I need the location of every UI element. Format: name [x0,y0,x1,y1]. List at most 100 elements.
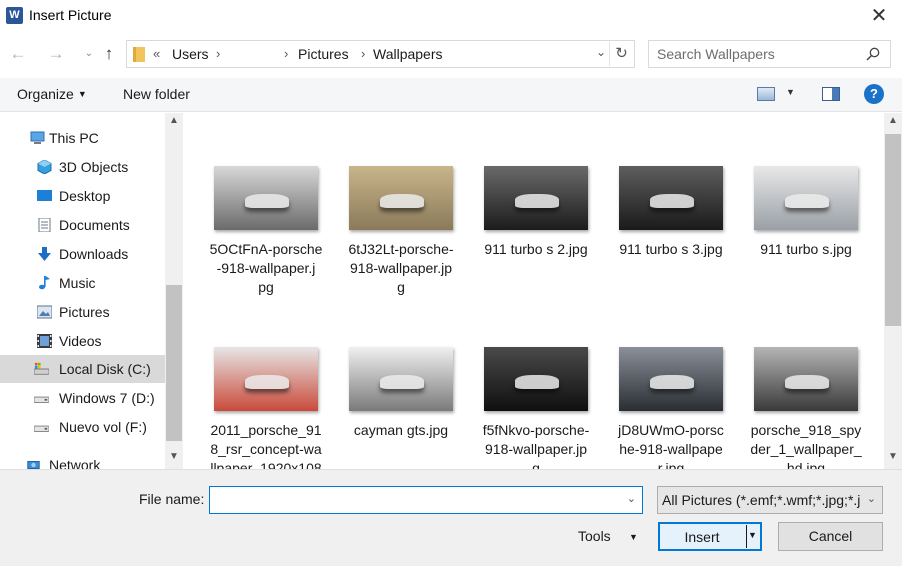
forward-arrow-icon[interactable]: → [46,44,66,64]
preview-pane-icon[interactable] [822,87,840,101]
recent-locations-chevron-icon[interactable]: ⌄ [79,44,99,64]
breadcrumb-wallpapers[interactable]: Wallpapers [373,46,443,62]
breadcrumb-pictures[interactable]: Pictures [298,46,349,62]
car-silhouette [650,194,694,209]
sidebar-item-windows-7-d[interactable]: Windows 7 (D:) [0,384,165,412]
sidebar-scrollbar[interactable]: ▲ ▼ [165,113,183,469]
insert-options-caret-icon[interactable]: ▼ [748,530,757,540]
image-thumbnail[interactable] [349,347,453,411]
file-tile[interactable]: 911 turbo s 3.jpg [611,166,731,259]
search-box[interactable] [648,40,891,68]
image-thumbnail[interactable] [754,347,858,411]
file-name-line: pg [258,279,274,295]
scroll-down-arrow-icon[interactable]: ▼ [884,451,902,467]
command-toolbar: Organize ▼ New folder ▼ ? [0,78,902,112]
insert-button[interactable]: Insert [660,529,744,545]
file-name-line: 911 turbo s 2.jpg [484,241,588,257]
file-tile[interactable]: 2011_porsche_91 8_rsr_concept-wa llpaper_1… [206,347,326,469]
breadcrumb-separator-icon[interactable]: › [284,46,288,61]
image-thumbnail[interactable] [484,347,588,411]
image-thumbnail[interactable] [484,166,588,230]
file-tile[interactable]: 911 turbo s 2.jpg [476,166,596,259]
window-title: Insert Picture [29,7,112,23]
image-thumbnail[interactable] [214,347,318,411]
file-name-line: 8_rsr_concept-wa [210,441,322,457]
image-thumbnail[interactable] [619,166,723,230]
music-icon [39,276,50,290]
refresh-icon[interactable]: ↻ [609,42,633,66]
sidebar-item-pictures[interactable]: Pictures [0,298,165,326]
file-name-line: 911 turbo s.jpg [760,241,852,257]
sidebar-item-music[interactable]: Music [0,269,165,297]
back-arrow-icon[interactable]: ← [8,44,28,64]
pictures-icon [37,305,52,319]
file-name-label: porsche_918_spy der_1_wallpaper_ hd.jpg [746,421,866,469]
cancel-button[interactable]: Cancel [778,522,883,551]
file-name-label: 911 turbo s.jpg [746,240,866,259]
image-thumbnail[interactable] [349,166,453,230]
file-tile[interactable]: porsche_918_spy der_1_wallpaper_ hd.jpg [746,347,866,469]
up-arrow-icon[interactable]: ↑ [99,44,119,64]
breadcrumb-separator-icon[interactable]: › [216,46,220,61]
breadcrumb-users[interactable]: Users [172,46,209,62]
title-bar: W Insert Picture ✕ [0,0,902,32]
search-input[interactable] [657,46,857,62]
insert-split-button[interactable]: Insert ▼ [658,522,762,551]
sidebar-scroll-thumb[interactable] [166,285,182,441]
file-name-input[interactable] [214,491,609,507]
view-options-caret-icon[interactable]: ▼ [786,87,795,97]
tools-menu-button[interactable]: Tools [578,528,611,544]
breadcrumb-overflow-icon[interactable]: « [153,46,160,61]
file-name-line: r.jpg [657,460,685,469]
sidebar-item-desktop[interactable]: Desktop [0,182,165,210]
sidebar-item-documents[interactable]: Documents [0,211,165,239]
car-silhouette [380,375,424,390]
breadcrumb-separator-icon[interactable]: › [361,46,365,61]
filter-dropdown-chevron-icon[interactable]: ⌄ [867,492,876,505]
address-dropdown-chevron-icon[interactable]: ⌄ [596,45,606,59]
sidebar-item-local-disk-c[interactable]: Local Disk (C:) [0,355,165,383]
scroll-up-arrow-icon[interactable]: ▲ [165,115,183,131]
file-tile[interactable]: jD8UWmO-porsc he-918-wallpape r.jpg [611,347,731,469]
close-button[interactable]: ✕ [856,0,902,32]
address-bar[interactable]: « Users › › Pictures › Wallpapers ⌄ ↻ [126,40,635,68]
file-name-line: f5fNkvo-porsche- [482,422,590,438]
drive-icon [34,425,49,432]
image-thumbnail[interactable] [214,166,318,230]
sidebar-item-network[interactable]: Network [0,451,165,469]
sidebar-item-label: Videos [59,333,102,349]
download-icon [38,247,51,261]
change-view-icon[interactable] [757,87,775,101]
file-tile[interactable]: f5fNkvo-porsche- 918-wallpaper.jp g [476,347,596,469]
file-tile[interactable]: 5OCtFnA-porsche -918-wallpaper.j pg [206,166,326,297]
insert-split-divider [746,525,747,548]
file-name-dropdown-chevron-icon[interactable]: ⌄ [627,492,636,505]
file-name-combobox[interactable]: ⌄ [209,486,643,514]
sidebar-item-this-pc[interactable]: This PC [0,124,165,152]
sidebar-item-nuevo-vol-f[interactable]: Nuevo vol (F:) [0,413,165,441]
sidebar-item-3d-objects[interactable]: 3D Objects [0,153,165,181]
file-pane-scrollbar[interactable]: ▲ ▼ [884,113,902,469]
file-pane-scroll-thumb[interactable] [885,134,901,326]
drive-icon [34,362,49,375]
sidebar-item-downloads[interactable]: Downloads [0,240,165,268]
file-name-line: 6tJ32Lt-porsche- [348,241,454,257]
file-tile[interactable]: 911 turbo s.jpg [746,166,866,259]
organize-menu-button[interactable]: Organize ▼ [17,86,87,102]
image-thumbnail[interactable] [619,347,723,411]
sidebar-item-videos[interactable]: Videos [0,327,165,355]
help-icon[interactable]: ? [864,84,884,104]
file-name-label: 2011_porsche_91 8_rsr_concept-wa llpaper_1… [206,421,326,469]
scroll-down-arrow-icon[interactable]: ▼ [165,451,183,467]
file-type-filter-select[interactable]: All Pictures (*.emf;*.wmf;*.jpg;*.j ⌄ [657,486,883,514]
tools-caret-icon[interactable]: ▼ [629,532,638,542]
file-name-label: File name: [139,491,205,507]
scroll-up-arrow-icon[interactable]: ▲ [884,115,902,131]
file-tile[interactable]: 6tJ32Lt-porsche- 918-wallpaper.jp g [341,166,461,297]
file-name-label: 6tJ32Lt-porsche- 918-wallpaper.jp g [341,240,461,297]
file-tile[interactable]: cayman gts.jpg [341,347,461,440]
image-thumbnail[interactable] [754,166,858,230]
search-icon[interactable] [866,47,880,61]
new-folder-button[interactable]: New folder [123,86,190,102]
file-list-pane: 5OCtFnA-porsche -918-wallpaper.j pg 6tJ32Lt… [186,113,902,469]
